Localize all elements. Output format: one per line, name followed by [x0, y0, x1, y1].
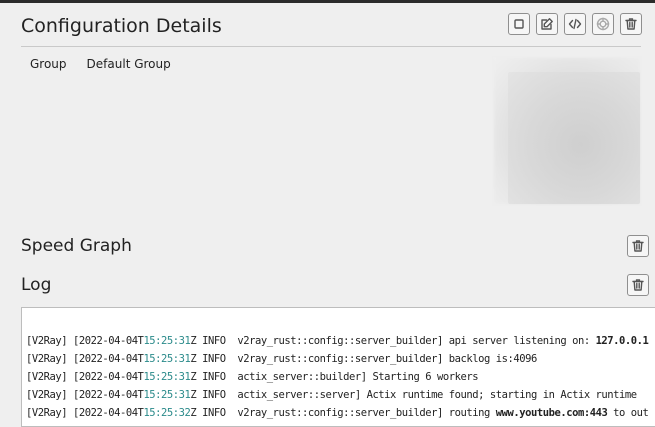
speed-graph-delete-button[interactable] [627, 235, 649, 257]
select-toggle-button[interactable] [508, 13, 530, 35]
log-line: [V2Ray] [2022-04-04T15:25:32Z INFO v2ray… [26, 407, 649, 419]
square-icon [514, 19, 524, 29]
log-line: [V2Ray] [2022-04-04T15:25:31Z INFO actix… [26, 389, 637, 401]
trash-icon [625, 18, 637, 30]
group-row: Group Default Group [30, 57, 171, 71]
log-output[interactable]: [V2Ray] [2022-04-04T15:25:31Z INFO v2ray… [21, 307, 655, 427]
speed-graph-title: Speed Graph [21, 236, 132, 256]
log-delete-button[interactable] [627, 274, 649, 296]
log-line: [V2Ray] [2022-04-04T15:25:31Z INFO actix… [26, 371, 479, 383]
configuration-details-title: Configuration Details [21, 15, 222, 37]
configuration-toolbar [508, 13, 642, 35]
window-top-bar [0, 0, 655, 3]
edit-icon [541, 18, 553, 30]
log-title: Log [21, 275, 52, 295]
log-line: [V2Ray] [2022-04-04T15:25:31Z INFO v2ray… [26, 353, 537, 365]
code-button[interactable] [564, 13, 586, 35]
delete-button[interactable] [620, 13, 642, 35]
code-icon [568, 18, 582, 30]
share-button[interactable] [592, 13, 614, 35]
qr-code-image [508, 72, 640, 204]
log-lines: [V2Ray] [2022-04-04T15:25:31Z INFO v2ray… [26, 332, 649, 422]
group-value: Default Group [86, 57, 171, 71]
group-label: Group [30, 57, 67, 71]
trash-icon [632, 279, 644, 291]
trash-icon [632, 240, 644, 252]
configuration-divider [21, 46, 641, 47]
edit-button[interactable] [536, 13, 558, 35]
share-icon [596, 17, 610, 31]
log-line: [V2Ray] [2022-04-04T15:25:31Z INFO v2ray… [26, 335, 649, 347]
